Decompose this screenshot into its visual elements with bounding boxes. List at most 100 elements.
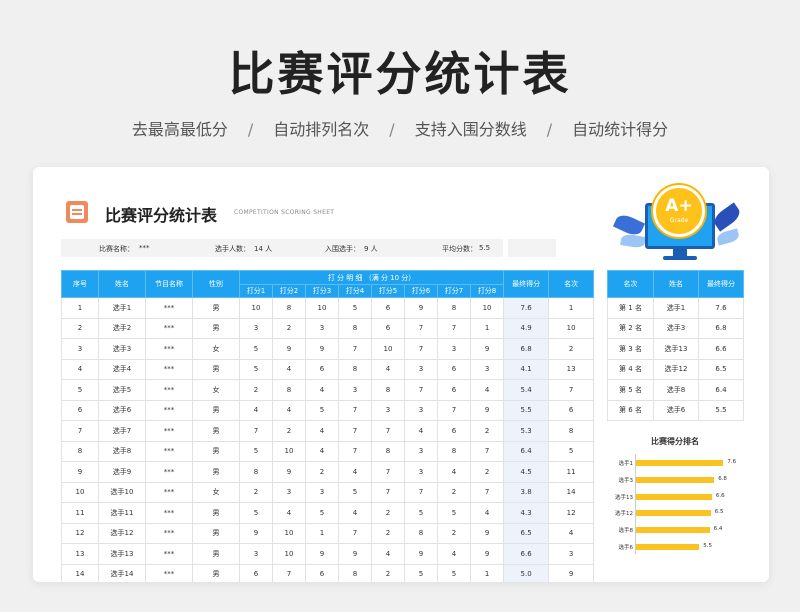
cell-final: 6.5 (503, 522, 550, 544)
cell-gender: 男 (192, 461, 240, 483)
cell-score: 10 (305, 297, 339, 319)
rank-cell-score: 6.8 (698, 317, 744, 339)
cell-score: 7 (371, 461, 405, 483)
cell-score: 10 (272, 440, 306, 462)
cell-rank: 8 (548, 420, 595, 442)
cell-index: 9 (61, 461, 99, 483)
rank-row: 第 1 名选手1 7.6 (607, 297, 744, 319)
cell-score: 6 (437, 379, 471, 401)
cell-index: 3 (61, 338, 99, 360)
cell-rank: 12 (548, 502, 595, 524)
chart-title: 比赛得分排名 (651, 437, 699, 446)
cell-score: 8 (404, 522, 438, 544)
cell-program: *** (145, 379, 193, 401)
cell-program: *** (145, 563, 193, 582)
cell-score: 7 (469, 440, 505, 462)
cell-score: 3 (371, 399, 405, 421)
cell-gender: 女 (192, 379, 240, 401)
cell-rank: 4 (548, 522, 595, 544)
score-table: 序号 姓名 节目名称 性别 打 分 明 细 （满 分 10 分） 最终得分 名次… (61, 270, 595, 582)
bar-value-label: 6.6 (715, 492, 725, 499)
rank-cell-score: 6.5 (698, 358, 744, 380)
rank-cell-score: 6.6 (698, 338, 744, 360)
cell-score: 4 (239, 399, 273, 421)
rank-cell-name: 选手12 (653, 358, 699, 380)
cell-gender: 男 (192, 563, 240, 582)
cell-score: 5 (305, 502, 339, 524)
ranking-table: 名次 姓名 最终得分 第 1 名选手1 7.6 第 2 名选手3 6.8 第 3 名选手… (607, 270, 744, 421)
cell-score: 4 (305, 420, 339, 442)
cell-final: 3.8 (503, 481, 550, 503)
cell-name: 选手14 (98, 563, 146, 582)
bar-row: 选手13 6.6 (603, 492, 753, 502)
table-row: 3 选手3 *** 女 5 9 9 7 10 7 3 9 6.8 2 (61, 338, 595, 360)
rank-cell-place: 第 3 名 (607, 338, 654, 360)
feature-separator: / (247, 120, 254, 139)
cell-score: 7 (371, 481, 405, 503)
cell-score: 9 (305, 338, 339, 360)
cell-score: 5 (305, 399, 339, 421)
cell-score: 9 (272, 338, 306, 360)
cell-name: 选手6 (98, 399, 146, 421)
cell-final: 4.9 (503, 317, 550, 339)
avg-label: 平均分数： (442, 245, 477, 253)
table-row: 1 选手1 *** 男 10 8 10 5 6 9 8 10 7.6 1 (61, 297, 595, 319)
cell-score: 7 (437, 317, 471, 339)
cell-score: 4 (371, 358, 405, 380)
cell-score: 8 (272, 297, 306, 319)
cell-score: 10 (272, 543, 306, 565)
cell-score: 5 (239, 338, 273, 360)
header-judge-6: 打分6 (404, 284, 438, 298)
cell-score: 7 (239, 420, 273, 442)
header-scores-group: 打 分 明 细 （满 分 10 分） (238, 270, 505, 285)
table-row: 5 选手5 *** 女 2 8 4 3 8 7 6 4 5.4 7 (61, 379, 595, 401)
cell-gender: 男 (192, 440, 240, 462)
cell-final: 4.3 (503, 502, 550, 524)
header-judge-1: 打分1 (239, 284, 273, 298)
cell-rank: 10 (548, 317, 595, 339)
cell-score: 1 (305, 522, 339, 544)
cell-score: 7 (437, 399, 471, 421)
cell-score: 1 (469, 563, 505, 582)
cell-score: 3 (437, 338, 471, 360)
cell-score: 7 (272, 563, 306, 582)
rank-cell-score: 5.5 (698, 399, 744, 421)
cell-index: 8 (61, 440, 99, 462)
cell-score: 8 (338, 563, 372, 582)
bar-row: 选手6 5.5 (603, 542, 753, 552)
header-program: 节目名称 (145, 270, 193, 298)
cell-score: 7 (404, 481, 438, 503)
cell-name: 选手8 (98, 440, 146, 462)
header-final: 最终得分 (503, 270, 550, 298)
cell-score: 5 (437, 563, 471, 582)
hero-title: 比赛评分统计表 (228, 47, 572, 101)
rank-row: 第 6 名选手6 5.5 (607, 399, 744, 421)
bar-value-label: 6.8 (718, 475, 727, 482)
rank-cell-name: 选手8 (653, 379, 699, 401)
cell-score: 6 (305, 358, 339, 380)
cell-final: 6.6 (503, 543, 550, 565)
cell-final: 7.6 (503, 297, 550, 319)
cell-score: 4 (437, 461, 471, 483)
rank-row: 第 2 名选手3 6.8 (607, 317, 744, 339)
cell-gender: 女 (192, 481, 240, 503)
players-label: 选手人数： (215, 245, 250, 253)
bar-row: 选手3 6.8 (603, 475, 753, 485)
cell-score: 7 (338, 420, 372, 442)
rank-cell-name: 选手1 (653, 297, 699, 319)
sheet-title: 比赛评分统计表 (105, 206, 218, 225)
cell-score: 10 (239, 297, 273, 319)
cell-score: 9 (404, 297, 438, 319)
cell-index: 1 (61, 297, 99, 319)
cell-gender: 男 (192, 399, 240, 421)
table-row: 2 选手2 *** 男 3 2 3 8 6 7 7 1 4.9 10 (61, 317, 595, 339)
cell-index: 14 (61, 563, 99, 582)
cell-score: 6 (437, 358, 471, 380)
cell-program: *** (145, 317, 193, 339)
cell-score: 4 (338, 502, 372, 524)
cell-score: 3 (469, 358, 505, 380)
cell-score: 5 (239, 358, 273, 380)
rank-cell-place: 第 4 名 (607, 358, 654, 380)
bar-label: 选手3 (618, 477, 634, 484)
header-name: 姓名 (98, 270, 146, 298)
